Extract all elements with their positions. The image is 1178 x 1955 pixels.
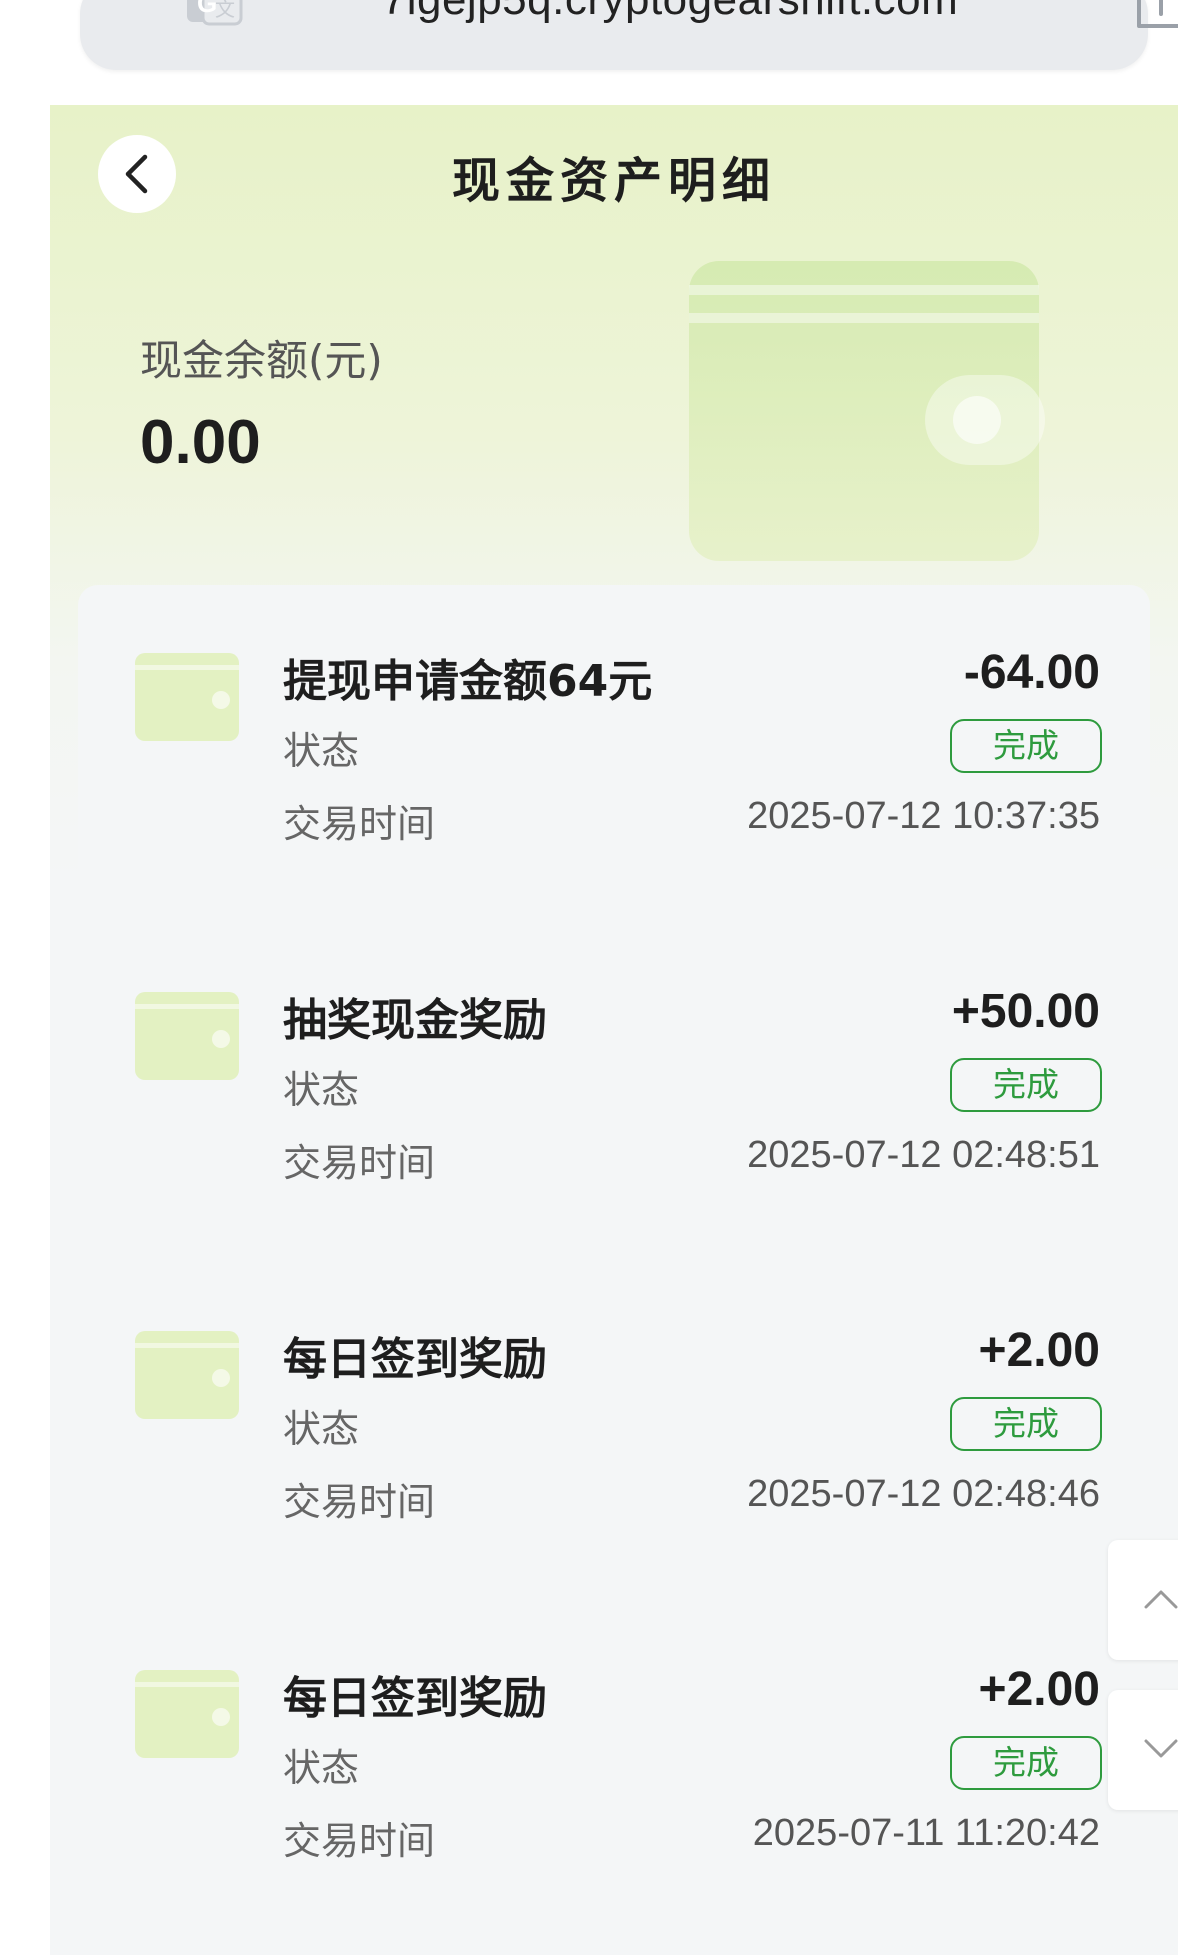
transaction-amount: +50.00 bbox=[951, 985, 1100, 1038]
status-badge: 完成 bbox=[950, 1736, 1102, 1790]
page-title: 现金资产明细 bbox=[451, 153, 776, 209]
status-label: 状态 bbox=[283, 1407, 360, 1451]
transaction-amount: -64.00 bbox=[963, 646, 1100, 699]
share-icon[interactable] bbox=[1135, 0, 1178, 28]
transaction-time: 2025-07-12 02:48:46 bbox=[747, 1473, 1100, 1515]
transaction-time: 2025-07-11 11:20:42 bbox=[752, 1812, 1100, 1854]
wallet-icon bbox=[135, 1331, 239, 1419]
transaction-title: 每日签到奖励 bbox=[283, 1673, 547, 1724]
balance-value: 0.00 bbox=[140, 408, 261, 477]
status-label: 状态 bbox=[283, 1068, 360, 1112]
transaction-time: 2025-07-12 10:37:35 bbox=[747, 795, 1100, 837]
status-badge: 完成 bbox=[950, 719, 1102, 773]
status-label: 状态 bbox=[283, 729, 360, 773]
browser-url-bar[interactable]: G 文 7igejp5q.cryptogearshift.com bbox=[80, 0, 1178, 70]
balance-label: 现金余额(元) bbox=[140, 336, 383, 385]
transaction-list: 提现申请金额64元 -64.00 状态 完成 交易时间 2025-07-12 1… bbox=[78, 585, 1150, 1955]
status-badge: 完成 bbox=[950, 1058, 1102, 1112]
chevron-down-icon bbox=[1144, 1739, 1178, 1758]
status-label: 状态 bbox=[283, 1746, 360, 1790]
scroll-up-button[interactable] bbox=[1108, 1540, 1178, 1660]
wallet-icon bbox=[135, 1670, 239, 1758]
transaction-title: 每日签到奖励 bbox=[283, 1334, 547, 1385]
translate-icon[interactable]: G 文 bbox=[185, 0, 243, 26]
chevron-up-icon bbox=[1144, 1590, 1178, 1609]
app-screen: 现金资产明细 现金余额(元) 0.00 提现申请金额64元 -64.00 状态 … bbox=[50, 105, 1178, 1955]
svg-text:文: 文 bbox=[215, 0, 235, 21]
page: G 文 7igejp5q.cryptogearshift.com 现金资产明细 bbox=[0, 0, 1178, 1955]
scroll-down-button[interactable] bbox=[1108, 1690, 1178, 1810]
transaction-title: 抽奖现金奖励 bbox=[283, 995, 547, 1046]
transaction-amount: +2.00 bbox=[978, 1324, 1100, 1377]
status-badge: 完成 bbox=[950, 1397, 1102, 1451]
time-label: 交易时间 bbox=[283, 802, 436, 846]
transaction-item[interactable]: 提现申请金额64元 -64.00 状态 完成 交易时间 2025-07-12 1… bbox=[78, 585, 1150, 846]
url-text[interactable]: 7igejp5q.cryptogearshift.com bbox=[280, 0, 1060, 22]
time-label: 交易时间 bbox=[283, 1480, 436, 1524]
transaction-item[interactable]: 抽奖现金奖励 +50.00 状态 完成 交易时间 2025-07-12 02:4… bbox=[78, 924, 1150, 1185]
transaction-amount: +2.00 bbox=[978, 1663, 1100, 1716]
wallet-illustration-icon bbox=[689, 261, 1045, 561]
wallet-icon bbox=[135, 992, 239, 1080]
time-label: 交易时间 bbox=[283, 1141, 436, 1185]
transaction-time: 2025-07-12 02:48:51 bbox=[747, 1134, 1100, 1176]
time-label: 交易时间 bbox=[283, 1819, 436, 1863]
wallet-icon bbox=[135, 653, 239, 741]
transaction-item[interactable]: 每日签到奖励 +2.00 状态 完成 交易时间 2025-07-11 11:20… bbox=[78, 1602, 1150, 1863]
transaction-item[interactable]: 每日签到奖励 +2.00 状态 完成 交易时间 2025-07-12 02:48… bbox=[78, 1263, 1150, 1524]
transaction-title: 提现申请金额64元 bbox=[283, 656, 653, 707]
